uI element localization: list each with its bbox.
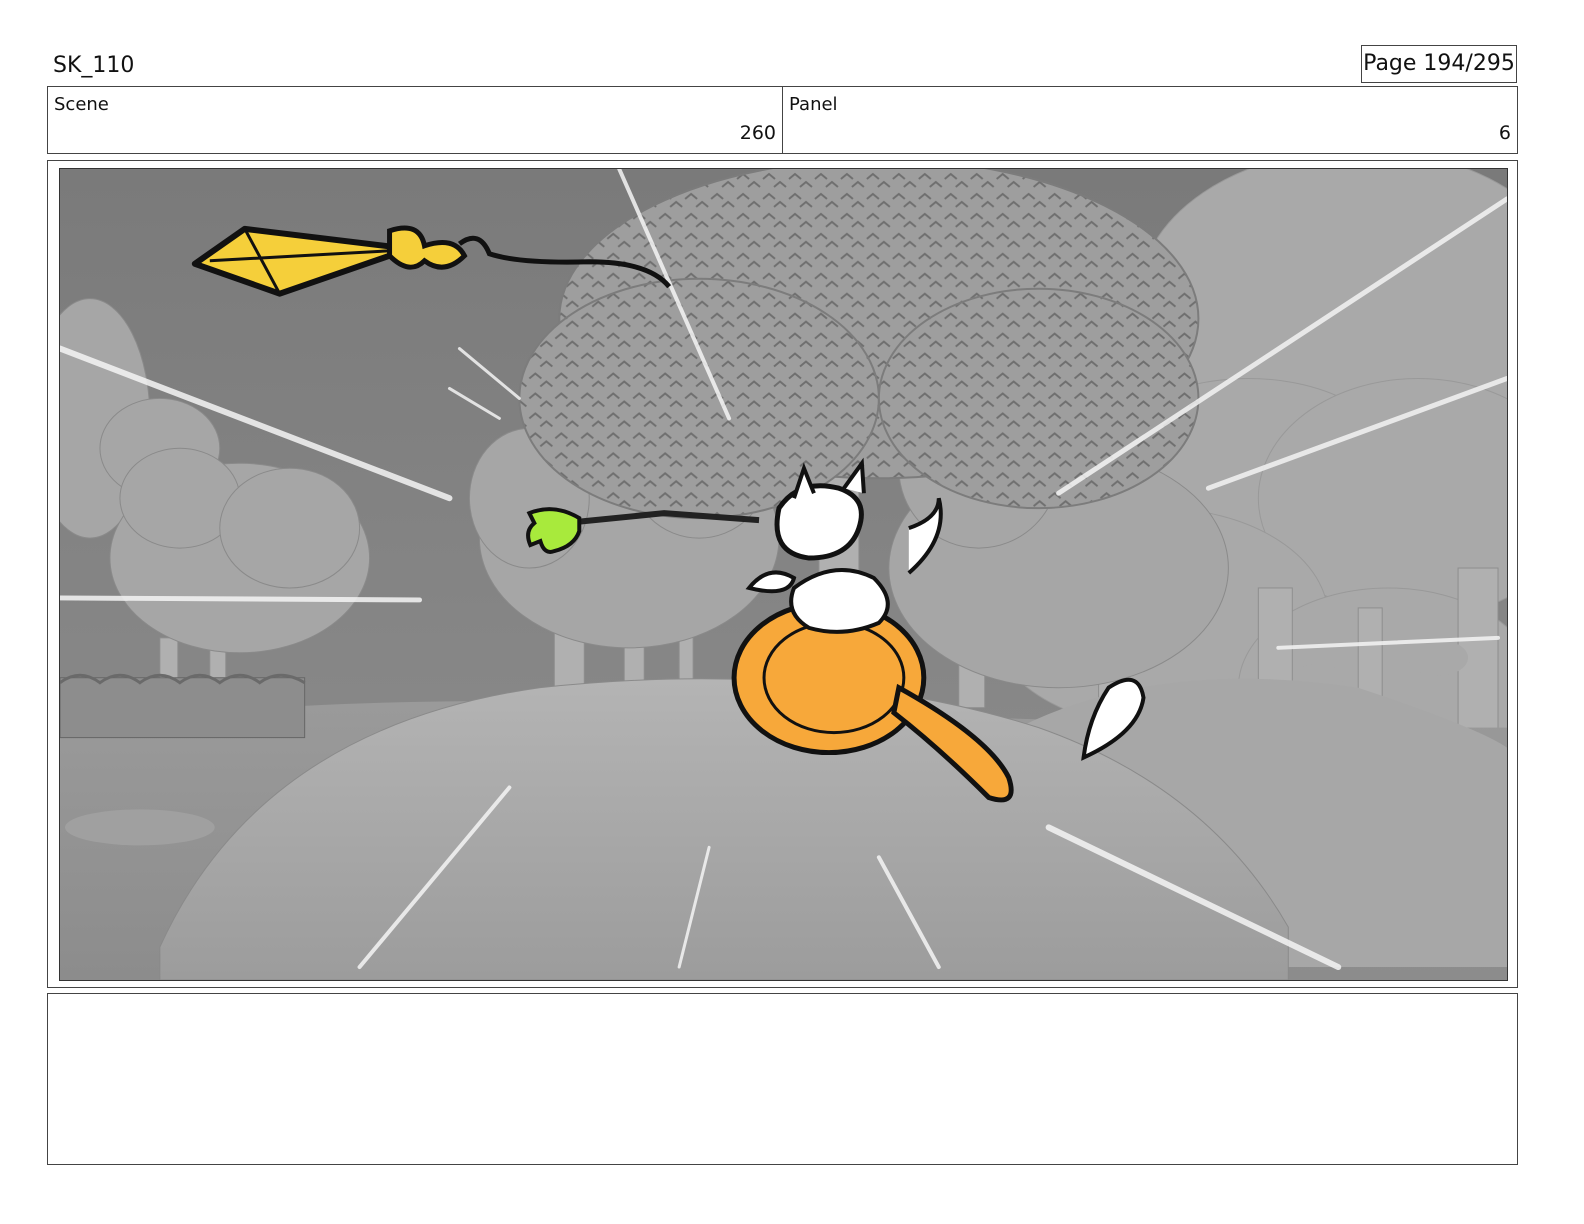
scene-panel-info-row: Scene 260 Panel 6: [47, 86, 1518, 154]
panel-notes-box: [47, 993, 1518, 1165]
scene-label: Scene: [54, 94, 109, 115]
scene-cell: Scene 260: [48, 87, 782, 153]
storyboard-scene-drawing: [60, 169, 1507, 980]
panel-cell: Panel 6: [782, 87, 1517, 153]
page-number-box: Page 194/295: [1361, 45, 1517, 83]
document-title: SK_110: [53, 53, 135, 78]
panel-label: Panel: [789, 94, 838, 115]
storyboard-panel-image: [59, 168, 1508, 981]
scene-number: 260: [739, 122, 776, 144]
panel-number: 6: [1498, 122, 1511, 144]
